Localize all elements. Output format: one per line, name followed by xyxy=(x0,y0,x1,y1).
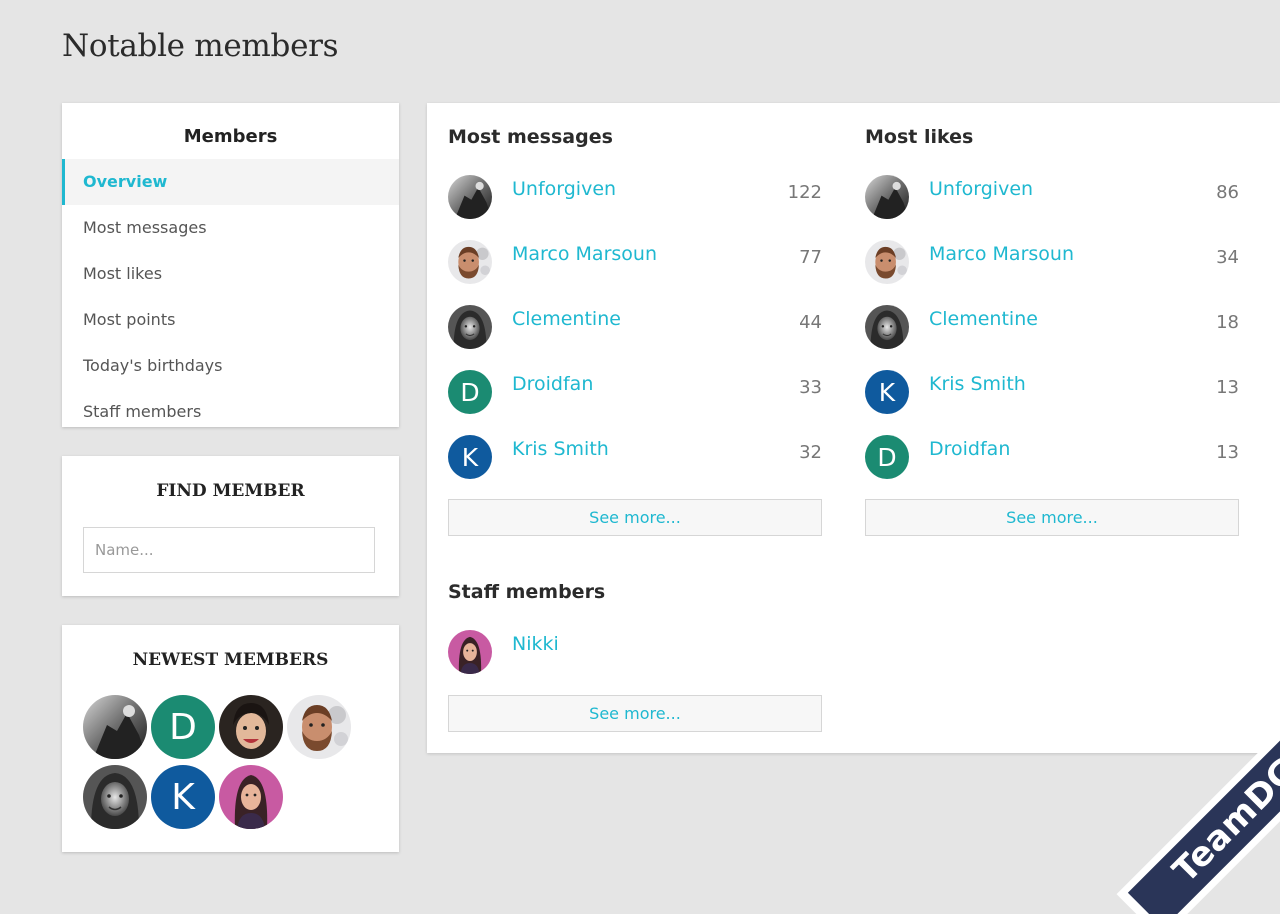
member-name-link[interactable]: Marco Marsoun xyxy=(929,240,1074,268)
member-name-link[interactable]: Nikki xyxy=(512,630,559,658)
bearded-man-avatar[interactable] xyxy=(287,695,351,759)
message-count: 33 xyxy=(799,377,822,398)
dark-photo-avatar[interactable] xyxy=(448,175,492,219)
nav-item-overview[interactable]: Overview xyxy=(62,159,399,205)
most-messages-see-more-button[interactable]: See more... xyxy=(448,499,822,536)
member-name-link[interactable]: Droidfan xyxy=(929,435,1010,463)
message-count: 44 xyxy=(799,312,822,333)
woman-bw-avatar[interactable] xyxy=(83,765,147,829)
dark-photo-avatar[interactable] xyxy=(865,175,909,219)
member-row: D Droidfan 13 xyxy=(865,435,1239,479)
like-count: 18 xyxy=(1216,312,1239,333)
newest-members-title: NEWEST MEMBERS xyxy=(132,650,329,670)
droidfan-letter-avatar[interactable]: D xyxy=(448,370,492,414)
member-row: Clementine 18 xyxy=(865,305,1239,349)
member-row: D Droidfan 33 xyxy=(448,370,822,414)
bearded-man-avatar[interactable] xyxy=(865,240,909,284)
like-count: 34 xyxy=(1216,247,1239,268)
member-row: Clementine 44 xyxy=(448,305,822,349)
members-nav-block: Members Overview Most messages Most like… xyxy=(62,103,399,427)
member-row: Unforgiven 122 xyxy=(448,175,822,219)
most-likes-title: Most likes xyxy=(865,126,974,148)
droidfan-letter-avatar[interactable]: D xyxy=(865,435,909,479)
nav-item-most-likes[interactable]: Most likes xyxy=(62,251,399,297)
member-name-link[interactable]: Clementine xyxy=(929,305,1038,333)
find-member-block: FIND MEMBER xyxy=(62,456,399,596)
member-name-link[interactable]: Kris Smith xyxy=(929,370,1026,398)
newest-members-grid: D K xyxy=(83,695,373,829)
member-name-input[interactable] xyxy=(83,527,375,573)
staff-members-section: Staff members Nikki See more... xyxy=(448,580,822,734)
member-row: Nikki xyxy=(448,630,822,674)
staff-members-title: Staff members xyxy=(448,581,606,603)
member-row: Unforgiven 86 xyxy=(865,175,1239,219)
most-likes-section: Most likes Unforgiven 86 Marco Marsoun 3… xyxy=(865,125,1239,545)
find-member-title: FIND MEMBER xyxy=(156,481,305,501)
member-name-link[interactable]: Unforgiven xyxy=(512,175,616,203)
member-row: K Kris Smith 13 xyxy=(865,370,1239,414)
most-messages-section: Most messages Unforgiven 122 Marco Marso… xyxy=(448,125,822,545)
woman-bw-avatar[interactable] xyxy=(448,305,492,349)
kris-smith-letter-avatar[interactable]: K xyxy=(151,765,215,829)
nav-item-most-messages[interactable]: Most messages xyxy=(62,205,399,251)
members-nav-list: Overview Most messages Most likes Most p… xyxy=(62,159,399,435)
newest-members-block: NEWEST MEMBERS D K xyxy=(62,625,399,852)
illustrated-woman-avatar[interactable] xyxy=(448,630,492,674)
kris-smith-letter-avatar[interactable]: K xyxy=(448,435,492,479)
message-count: 32 xyxy=(799,442,822,463)
member-name-link[interactable]: Droidfan xyxy=(512,370,593,398)
dark-photo-avatar[interactable] xyxy=(83,695,147,759)
most-messages-title: Most messages xyxy=(448,126,613,148)
kris-smith-letter-avatar[interactable]: K xyxy=(865,370,909,414)
watermark-band: TeamDGT.org xyxy=(1116,634,1280,914)
watermark-text: TeamDGT.org xyxy=(1127,643,1280,914)
droidfan-letter-avatar[interactable]: D xyxy=(151,695,215,759)
most-likes-see-more-button[interactable]: See more... xyxy=(865,499,1239,536)
bearded-man-avatar[interactable] xyxy=(448,240,492,284)
smiling-woman-avatar[interactable] xyxy=(219,695,283,759)
message-count: 77 xyxy=(799,247,822,268)
member-name-link[interactable]: Clementine xyxy=(512,305,621,333)
nav-item-most-points[interactable]: Most points xyxy=(62,297,399,343)
member-name-link[interactable]: Marco Marsoun xyxy=(512,240,657,268)
watermark: TeamDGT.org xyxy=(1000,634,1280,914)
illustrated-woman-avatar[interactable] xyxy=(219,765,283,829)
nav-item-todays-birthdays[interactable]: Today's birthdays xyxy=(62,343,399,389)
members-nav-title: Members xyxy=(183,126,278,147)
like-count: 13 xyxy=(1216,442,1239,463)
member-row: Marco Marsoun 77 xyxy=(448,240,822,284)
woman-bw-avatar[interactable] xyxy=(865,305,909,349)
member-row: K Kris Smith 32 xyxy=(448,435,822,479)
member-name-link[interactable]: Unforgiven xyxy=(929,175,1033,203)
nav-item-staff-members[interactable]: Staff members xyxy=(62,389,399,435)
staff-members-see-more-button[interactable]: See more... xyxy=(448,695,822,732)
page-title: Notable members xyxy=(62,28,339,64)
member-row: Marco Marsoun 34 xyxy=(865,240,1239,284)
like-count: 86 xyxy=(1216,182,1239,203)
message-count: 122 xyxy=(787,182,822,203)
like-count: 13 xyxy=(1216,377,1239,398)
member-name-link[interactable]: Kris Smith xyxy=(512,435,609,463)
